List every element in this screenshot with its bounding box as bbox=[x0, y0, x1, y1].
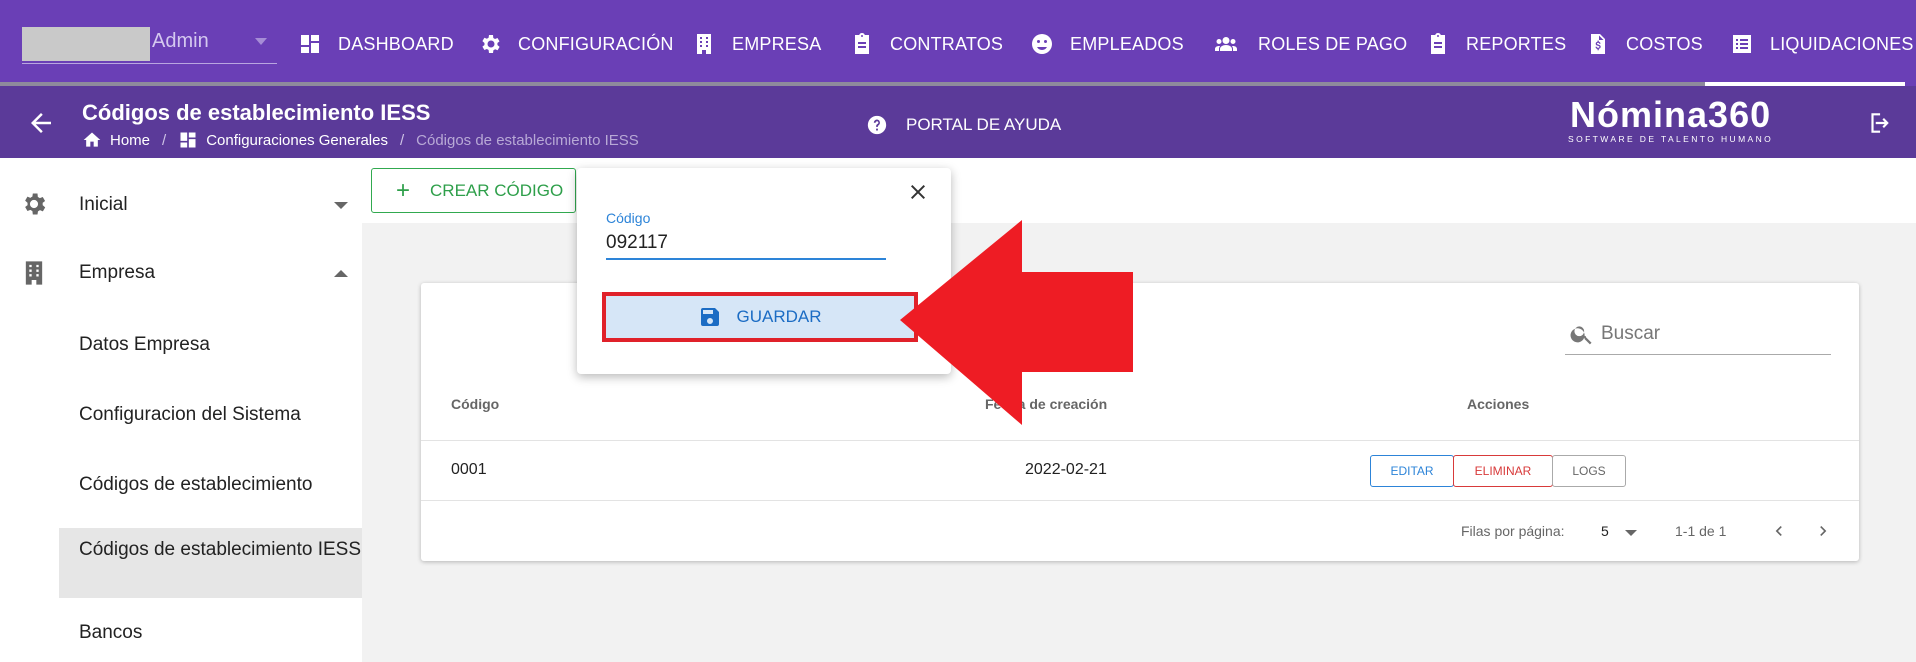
red-arrow-annotation bbox=[900, 220, 1133, 425]
table-divider bbox=[421, 440, 1859, 441]
clipboard-icon bbox=[1431, 33, 1445, 54]
nav-liquidaciones[interactable]: LIQUIDACIONES bbox=[1730, 28, 1914, 60]
breadcrumb-current: Códigos de establecimiento IESS bbox=[416, 131, 639, 149]
back-arrow-icon[interactable] bbox=[26, 108, 56, 138]
help-portal-link[interactable]: PORTAL DE AYUDA bbox=[866, 114, 1061, 136]
logo-sub: SOFTWARE DE TALENTO HUMANO bbox=[1568, 134, 1774, 144]
breadcrumb-home[interactable]: Home bbox=[110, 132, 150, 149]
sidebar-group-inicial[interactable]: Inicial bbox=[0, 190, 362, 230]
nav-costos[interactable]: COSTOS bbox=[1586, 28, 1703, 60]
chevron-right-icon[interactable] bbox=[1813, 521, 1833, 541]
sidebar-group-empresa[interactable]: Empresa bbox=[0, 258, 362, 298]
page-header: Códigos de establecimiento IESS Home / C… bbox=[0, 86, 1916, 158]
close-icon[interactable] bbox=[906, 180, 930, 204]
logout-icon[interactable] bbox=[1866, 110, 1892, 136]
nav-roles-de-pago[interactable]: ROLES DE PAGO bbox=[1210, 28, 1407, 60]
sidebar-item-bancos[interactable]: Bancos bbox=[59, 622, 362, 652]
sidebar-item-label: Códigos de establecimiento bbox=[79, 474, 313, 495]
column-header-acciones: Acciones bbox=[1467, 396, 1530, 412]
code-field-label: Código bbox=[606, 210, 651, 226]
nav-label: ROLES DE PAGO bbox=[1258, 33, 1408, 54]
code-input[interactable] bbox=[606, 228, 886, 260]
page-title: Códigos de establecimiento IESS bbox=[82, 100, 431, 125]
create-code-button[interactable]: + CREAR CÓDIGO bbox=[371, 168, 576, 213]
sidebar-item-label: Configuracion del Sistema bbox=[79, 404, 301, 425]
sidebar-item-configuracion-sistema[interactable]: Configuracion del Sistema bbox=[59, 404, 362, 434]
logo-main: Nómina360 bbox=[1570, 94, 1772, 135]
create-code-popover: Código GUARDAR bbox=[577, 168, 951, 374]
search-icon bbox=[1570, 326, 1592, 345]
nav-label: COSTOS bbox=[1626, 33, 1703, 54]
nav-label: CONFIGURACIÓN bbox=[518, 33, 674, 54]
breadcrumb: Home / Configuraciones Generales / Códig… bbox=[82, 130, 639, 150]
building-icon bbox=[25, 261, 43, 285]
sidebar: Inicial Empresa Datos Empresa Configurac… bbox=[0, 158, 362, 662]
dashboard-icon bbox=[301, 35, 319, 53]
nav-label: DASHBOARD bbox=[338, 33, 454, 54]
cell-code: 0001 bbox=[451, 461, 487, 478]
gear-icon bbox=[25, 193, 46, 215]
sidebar-group-label: Empresa bbox=[79, 262, 156, 283]
face-icon bbox=[1032, 34, 1052, 54]
user-name: Admin bbox=[152, 30, 209, 52]
home-icon bbox=[83, 132, 101, 147]
user-select[interactable]: Admin bbox=[22, 24, 277, 64]
invoice-icon bbox=[1591, 34, 1605, 54]
nav-label: EMPRESA bbox=[732, 33, 822, 54]
cell-date: 2022-02-21 bbox=[1025, 461, 1107, 478]
nav-label: EMPLEADOS bbox=[1070, 33, 1184, 54]
caret-up-icon bbox=[334, 270, 348, 277]
caret-down-icon[interactable] bbox=[1625, 530, 1637, 536]
breadcrumb-section[interactable]: Configuraciones Generales bbox=[206, 132, 388, 149]
delete-button[interactable]: ELIMINAR bbox=[1453, 455, 1553, 487]
save-label: GUARDAR bbox=[736, 307, 822, 326]
nav-label: REPORTES bbox=[1466, 33, 1567, 54]
sidebar-item-label: Códigos de establecimiento IESS bbox=[79, 539, 361, 560]
sidebar-item-codigos-establecimiento[interactable]: Códigos de establecimiento bbox=[59, 474, 362, 504]
clipboard-icon bbox=[855, 33, 869, 54]
search-input[interactable] bbox=[1601, 319, 1827, 349]
nav-label: LIQUIDACIONES bbox=[1770, 33, 1914, 54]
breadcrumb-separator: / bbox=[399, 131, 405, 149]
sidebar-item-codigos-establecimiento-iess[interactable]: Códigos de establecimiento IESS bbox=[59, 528, 362, 598]
save-icon bbox=[701, 308, 720, 326]
top-navigation: Admin DASHBOARD CONFIGURACIÓN EMPRESA CO… bbox=[0, 0, 1916, 87]
rows-per-page-select[interactable]: 5 bbox=[1601, 523, 1609, 539]
redacted-username bbox=[22, 27, 150, 61]
nav-contratos[interactable]: CONTRATOS bbox=[850, 28, 1003, 60]
create-code-label: CREAR CÓDIGO bbox=[430, 180, 564, 200]
help-label: PORTAL DE AYUDA bbox=[906, 115, 1062, 134]
save-button[interactable]: GUARDAR bbox=[602, 292, 918, 342]
plus-icon: + bbox=[396, 176, 411, 204]
building-icon bbox=[697, 34, 711, 54]
people-icon bbox=[1215, 37, 1237, 51]
table-divider bbox=[421, 500, 1859, 501]
search-field[interactable] bbox=[1565, 313, 1831, 355]
nav-empresa[interactable]: EMPRESA bbox=[692, 28, 821, 60]
chevron-left-icon[interactable] bbox=[1769, 521, 1789, 541]
brand-logo: Nómina360 SOFTWARE DE TALENTO HUMANO bbox=[1568, 94, 1773, 144]
pagination-range: 1-1 de 1 bbox=[1675, 523, 1727, 539]
caret-down-icon bbox=[255, 38, 267, 45]
caret-down-icon bbox=[334, 202, 348, 209]
logs-button[interactable]: LOGS bbox=[1552, 455, 1626, 487]
sidebar-group-label: Inicial bbox=[79, 194, 128, 215]
nav-dashboard[interactable]: DASHBOARD bbox=[298, 28, 454, 60]
breadcrumb-separator: / bbox=[162, 131, 167, 149]
edit-button[interactable]: EDITAR bbox=[1370, 455, 1454, 487]
nav-configuracion[interactable]: CONFIGURACIÓN bbox=[478, 28, 674, 60]
nav-label: CONTRATOS bbox=[890, 33, 1004, 54]
sidebar-item-datos-empresa[interactable]: Datos Empresa bbox=[59, 334, 362, 364]
column-header-codigo[interactable]: Código bbox=[451, 396, 499, 412]
nav-reportes[interactable]: REPORTES bbox=[1426, 28, 1566, 60]
dashboard-icon bbox=[180, 132, 196, 148]
sidebar-item-label: Bancos bbox=[79, 622, 143, 643]
rows-per-page-label: Filas por página: bbox=[1461, 523, 1565, 539]
list-icon bbox=[1733, 35, 1751, 53]
sidebar-item-label: Datos Empresa bbox=[79, 334, 210, 355]
gear-icon bbox=[482, 35, 500, 53]
nav-empleados[interactable]: EMPLEADOS bbox=[1030, 28, 1184, 60]
help-icon bbox=[867, 115, 887, 135]
